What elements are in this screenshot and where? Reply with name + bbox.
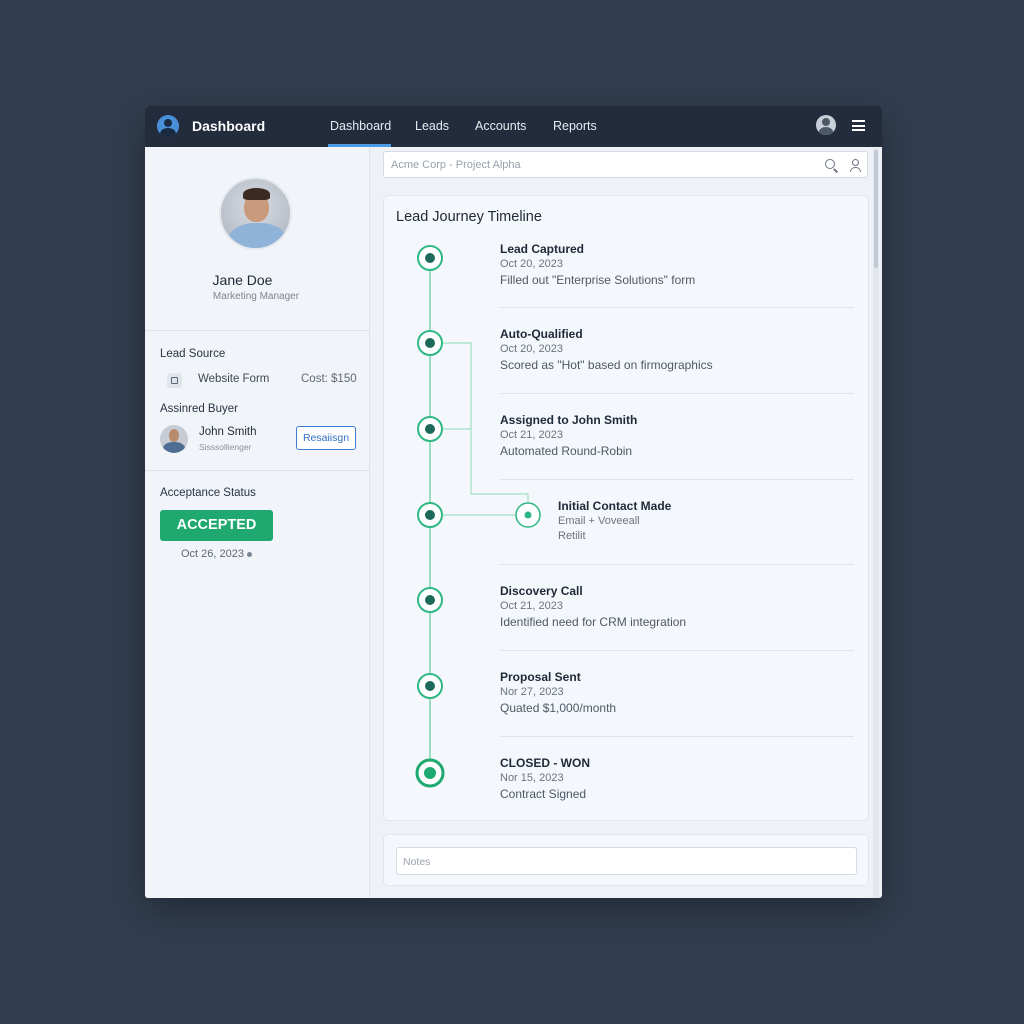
profile-name: Jane Doe	[212, 272, 273, 288]
buyer-name: John Smith	[199, 426, 257, 438]
accepted-status-badge: ACCEPTED	[160, 510, 273, 541]
timeline-branch-node-icon	[515, 502, 541, 528]
lead-journey-timeline-card: Lead Journey Timeline Lead Captured Oct …	[383, 195, 869, 821]
tab-leads[interactable]: Leads	[415, 119, 449, 133]
app-window: Dashboard Dashboard Leads Accounts Repor…	[145, 106, 882, 898]
timeline-event-desc: Automated Round-Robin	[500, 444, 633, 458]
info-dot-icon	[247, 552, 252, 557]
buyer-avatar	[160, 425, 188, 453]
form-icon	[167, 373, 182, 388]
buyer-subtitle: Sisssollienger	[199, 442, 252, 452]
timeline-event-date: Email + Voveeall	[558, 515, 640, 527]
tab-reports[interactable]: Reports	[553, 119, 597, 133]
assigned-buyer-title: Assinred Buyer	[160, 403, 238, 415]
lead-source-value: Website Form	[198, 373, 270, 385]
timeline-node-icon	[417, 330, 443, 356]
timeline-final-node-icon	[415, 758, 445, 788]
tab-dashboard[interactable]: Dashboard	[330, 119, 391, 133]
hamburger-menu-icon[interactable]	[852, 120, 865, 131]
lead-details-sidebar: Jane Doe Marketing Manager Lead Source W…	[145, 147, 370, 898]
timeline-event-desc: Contract Signed	[500, 787, 587, 801]
account-avatar-icon[interactable]	[816, 115, 836, 135]
timeline-event-title: Lead Captured	[500, 242, 585, 256]
divider	[500, 736, 854, 737]
timeline-node-icon	[417, 416, 443, 442]
timeline-event-desc: Filled out "Enterprise Solutions" form	[500, 273, 696, 287]
timeline-event-title: Initial Contact Made	[558, 499, 672, 513]
timeline-event-date: Oct 21, 2023	[500, 429, 563, 441]
divider	[500, 479, 854, 480]
brand-user-icon	[157, 115, 179, 137]
timeline-node-icon	[417, 245, 443, 271]
notes-input[interactable]: Notes	[396, 847, 857, 875]
divider	[500, 650, 854, 651]
timeline-event-date: Nor 15, 2023	[500, 772, 564, 784]
timeline-event-date: Oct 20, 2023	[500, 343, 563, 355]
person-filter-icon[interactable]	[850, 159, 861, 172]
tab-accounts[interactable]: Accounts	[475, 119, 526, 133]
search-input[interactable]: Acme Corp - Project Alpha	[383, 151, 868, 178]
timeline-event-title: Auto-Qualified	[500, 327, 583, 341]
top-nav-bar: Dashboard Dashboard Leads Accounts Repor…	[145, 106, 882, 147]
timeline-event-title: CLOSED - WON	[500, 756, 590, 770]
acceptance-status-title: Acceptance Status	[160, 487, 256, 499]
timeline-event-title: Assigned to John Smith	[500, 413, 638, 427]
divider	[145, 470, 370, 471]
profile-role: Marketing Manager	[212, 291, 300, 302]
divider	[145, 330, 370, 331]
timeline-event-desc: Scored as "Hot" based on firmographics	[500, 358, 713, 372]
search-icon[interactable]	[825, 159, 839, 173]
lead-source-cost: Cost: $150	[301, 373, 357, 385]
timeline-node-icon	[417, 673, 443, 699]
brand-title: Dashboard	[192, 118, 266, 134]
timeline-event-desc: Quated $1,000/month	[500, 701, 617, 715]
accepted-date: Oct 26, 2023	[181, 548, 244, 560]
profile-avatar	[219, 177, 292, 250]
timeline-event-date: Oct 20, 2023	[500, 258, 563, 270]
branch-connector	[442, 342, 472, 430]
timeline-event-title: Discovery Call	[500, 584, 583, 598]
timeline-node-icon	[417, 587, 443, 613]
timeline-event-desc: Identified need for CRM integration	[500, 615, 687, 629]
lead-source-title: Lead Source	[160, 348, 226, 360]
search-placeholder: Acme Corp - Project Alpha	[391, 159, 521, 171]
timeline-event-date: Nor 27, 2023	[500, 686, 564, 698]
notes-placeholder: Notes	[403, 856, 431, 868]
timeline-event-date: Oct 21, 2023	[500, 600, 563, 612]
timeline-node-icon	[417, 502, 443, 528]
reassign-button[interactable]: Resaiisgn	[296, 426, 356, 450]
timeline-event-desc: Retilit	[558, 530, 586, 542]
timeline-event-title: Proposal Sent	[500, 670, 581, 684]
divider	[500, 307, 854, 308]
scrollbar-thumb[interactable]	[874, 150, 878, 268]
divider	[500, 393, 854, 394]
divider	[500, 564, 854, 565]
notes-card: Notes	[383, 834, 869, 886]
